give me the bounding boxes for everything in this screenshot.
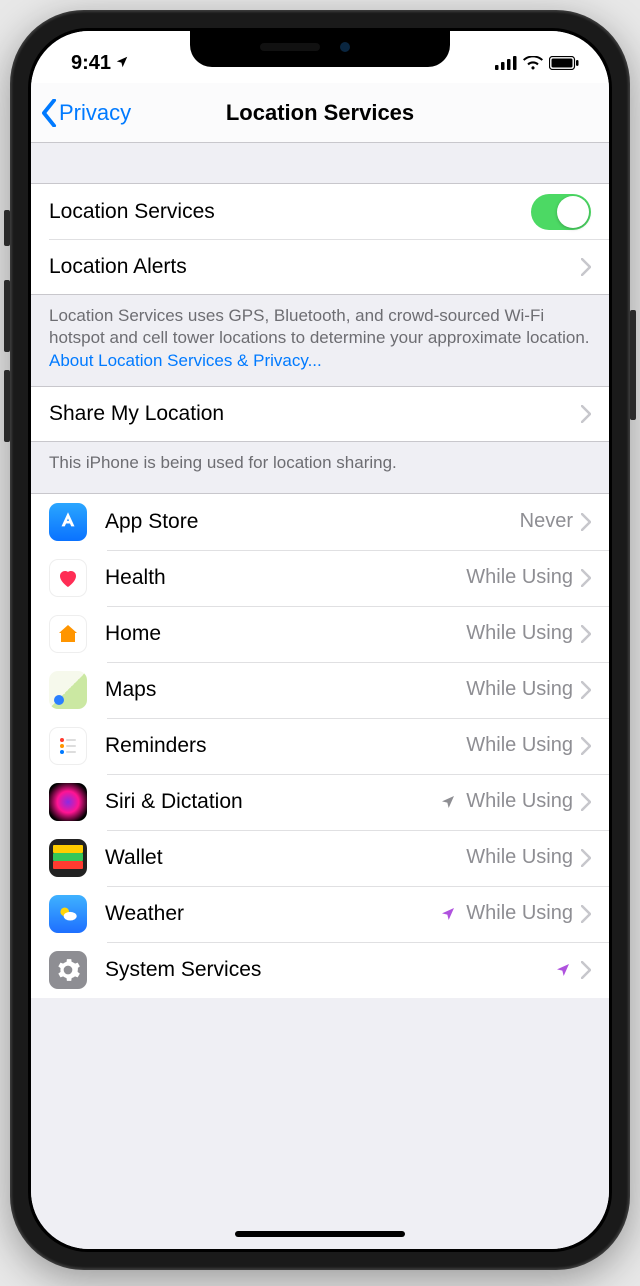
share-my-location-row[interactable]: Share My Location — [31, 386, 609, 442]
location-alerts-label: Location Alerts — [49, 255, 581, 279]
app-name-label: Siri & Dictation — [105, 790, 440, 814]
app-row-wallet[interactable]: WalletWhile Using — [31, 830, 609, 886]
mute-switch[interactable] — [4, 210, 10, 246]
app-row-weather[interactable]: Weather While Using — [31, 886, 609, 942]
chevron-right-icon — [581, 405, 591, 423]
home-app-icon — [49, 615, 87, 653]
app-name-label: Health — [105, 566, 466, 590]
volume-up-button[interactable] — [4, 280, 10, 352]
app-row-health[interactable]: HealthWhile Using — [31, 550, 609, 606]
side-button[interactable] — [630, 310, 636, 420]
app-permission-value: While Using — [466, 734, 573, 757]
system-app-icon — [49, 951, 87, 989]
chevron-right-icon — [581, 961, 591, 979]
location-arrow-icon — [555, 962, 571, 978]
app-permission-value: While Using — [466, 902, 573, 925]
back-label: Privacy — [59, 100, 131, 126]
wallet-app-icon — [49, 839, 87, 877]
maps-app-icon — [49, 671, 87, 709]
location-alerts-row[interactable]: Location Alerts — [31, 239, 609, 295]
app-row-appstore[interactable]: App StoreNever — [31, 494, 609, 550]
app-row-reminders[interactable]: RemindersWhile Using — [31, 718, 609, 774]
location-services-toggle-row[interactable]: Location Services — [31, 183, 609, 239]
app-permission-value: While Using — [466, 622, 573, 645]
app-row-maps[interactable]: MapsWhile Using — [31, 662, 609, 718]
navigation-bar: Privacy Location Services — [31, 83, 609, 143]
weather-app-icon — [49, 895, 87, 933]
health-app-icon — [49, 559, 87, 597]
share-my-location-label: Share My Location — [49, 402, 581, 426]
about-location-privacy-link[interactable]: About Location Services & Privacy... — [49, 351, 322, 370]
app-name-label: System Services — [105, 958, 555, 982]
location-indicator-icon — [115, 52, 129, 75]
chevron-right-icon — [581, 513, 591, 531]
chevron-right-icon — [581, 905, 591, 923]
status-time: 9:41 — [71, 52, 111, 75]
appstore-app-icon — [49, 503, 87, 541]
chevron-right-icon — [581, 258, 591, 276]
app-permission-value: While Using — [466, 566, 573, 589]
app-name-label: Home — [105, 622, 466, 646]
chevron-right-icon — [581, 569, 591, 587]
location-services-label: Location Services — [49, 200, 531, 224]
reminders-app-icon — [49, 727, 87, 765]
home-indicator[interactable] — [235, 1231, 405, 1237]
app-name-label: Weather — [105, 902, 440, 926]
back-button[interactable]: Privacy — [41, 99, 131, 127]
app-permission-value: While Using — [466, 790, 573, 813]
app-row-siri[interactable]: Siri & Dictation While Using — [31, 774, 609, 830]
content-scroll[interactable]: Location Services Location Alerts Locati… — [31, 143, 609, 1249]
location-arrow-icon — [440, 794, 456, 810]
app-name-label: Reminders — [105, 734, 466, 758]
chevron-left-icon — [41, 99, 57, 127]
app-name-label: App Store — [105, 510, 520, 534]
app-row-system[interactable]: System Services — [31, 942, 609, 998]
app-permission-value: While Using — [466, 678, 573, 701]
location-services-switch[interactable] — [531, 194, 591, 230]
app-name-label: Wallet — [105, 846, 466, 870]
battery-icon — [549, 56, 579, 70]
volume-down-button[interactable] — [4, 370, 10, 442]
chevron-right-icon — [581, 681, 591, 699]
app-row-home[interactable]: HomeWhile Using — [31, 606, 609, 662]
location-arrow-icon — [440, 906, 456, 922]
app-permission-value: While Using — [466, 846, 573, 869]
apps-list: App StoreNeverHealthWhile UsingHomeWhile… — [31, 493, 609, 998]
chevron-right-icon — [581, 793, 591, 811]
share-location-description: This iPhone is being used for location s… — [31, 442, 609, 492]
device-frame: 9:41 — [10, 10, 630, 1270]
chevron-right-icon — [581, 737, 591, 755]
wifi-icon — [523, 56, 543, 70]
location-services-description: Location Services uses GPS, Bluetooth, a… — [31, 295, 609, 386]
siri-app-icon — [49, 783, 87, 821]
cellular-signal-icon — [495, 56, 517, 70]
notch — [190, 31, 450, 67]
chevron-right-icon — [581, 625, 591, 643]
app-permission-value: Never — [520, 510, 573, 533]
app-name-label: Maps — [105, 678, 466, 702]
chevron-right-icon — [581, 849, 591, 867]
